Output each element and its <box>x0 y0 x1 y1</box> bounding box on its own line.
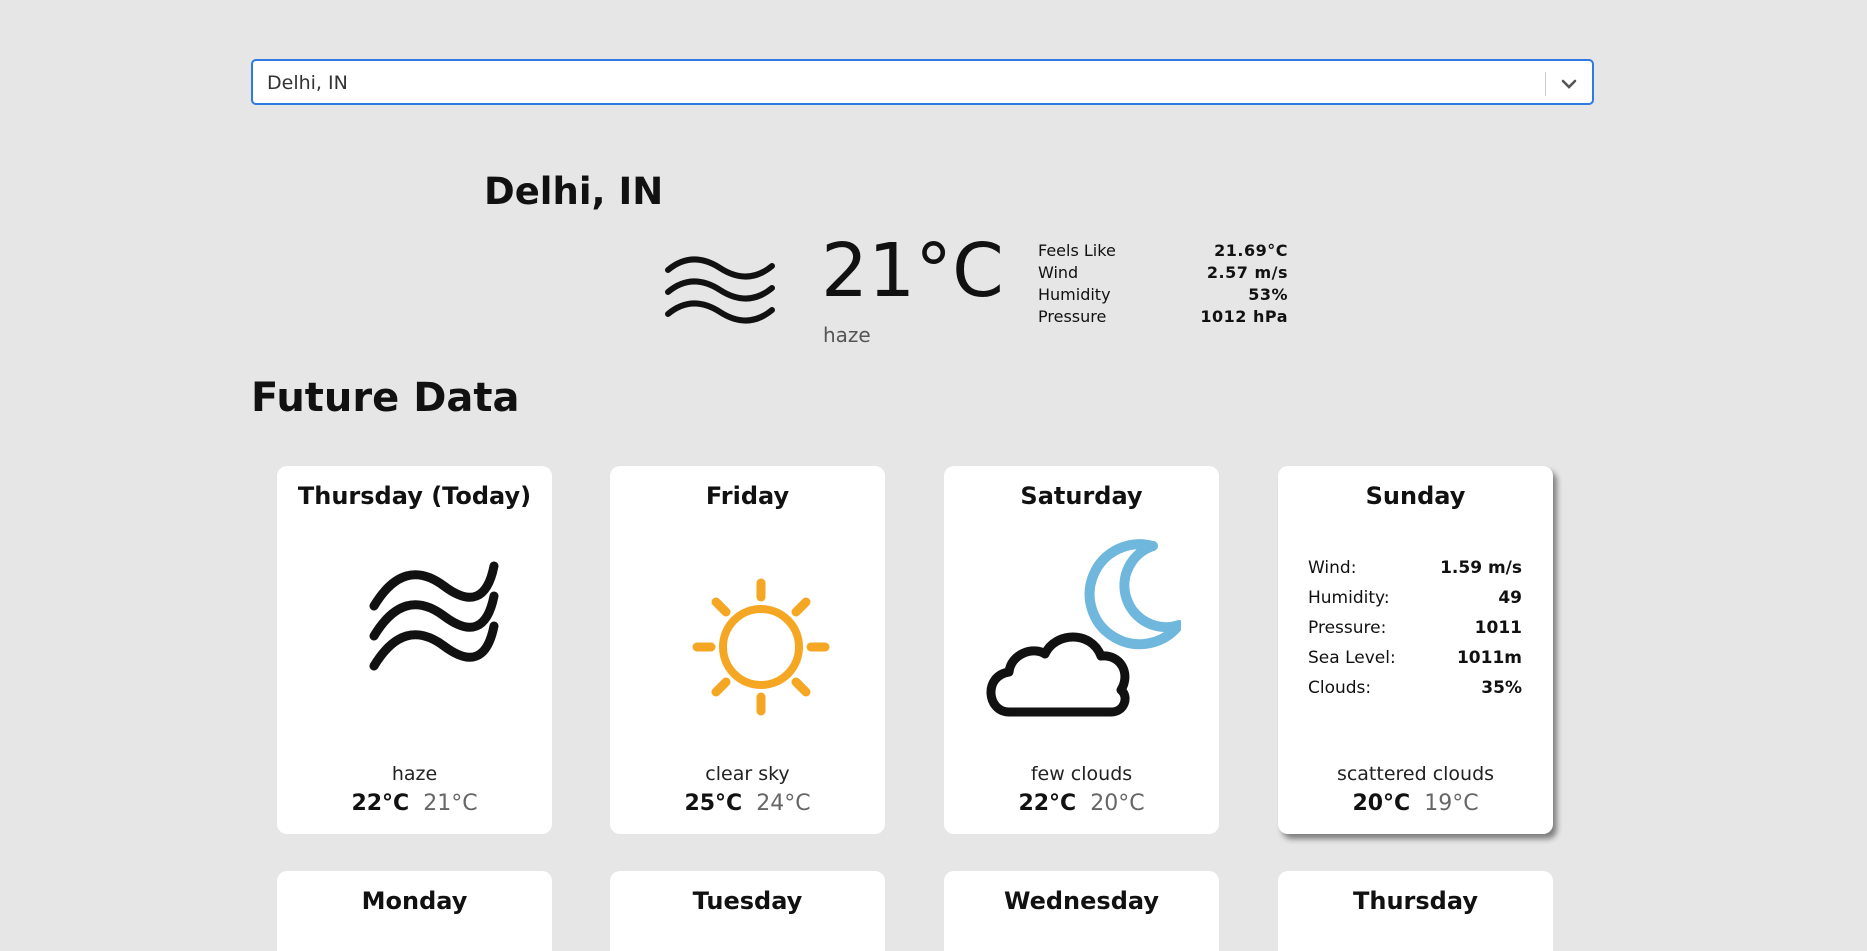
detail-label: Pressure <box>1038 307 1107 326</box>
card-temps: 22°C 21°C <box>277 791 552 816</box>
temp-max: 22°C <box>351 791 410 816</box>
city-title: Delhi, IN <box>484 170 664 213</box>
chevron-down-icon[interactable] <box>1558 73 1580 95</box>
forecast-card[interactable]: Wednesday <box>944 871 1219 951</box>
detail-pressure: Pressure 1012 hPa <box>1038 306 1288 328</box>
card-day: Sunday <box>1365 482 1466 510</box>
temp-min: 20°C <box>1090 791 1145 816</box>
location-select[interactable]: Delhi, IN <box>251 59 1594 105</box>
card-day: Tuesday <box>692 887 803 915</box>
detail-label: Wind <box>1038 263 1079 282</box>
current-temperature: 21°C <box>821 228 1004 314</box>
temp-max: 22°C <box>1018 791 1077 816</box>
detail-value: 35% <box>1481 678 1522 698</box>
temp-max: 20°C <box>1352 791 1411 816</box>
detail-value: 53% <box>1248 285 1288 304</box>
detail-label: Feels Like <box>1038 241 1116 260</box>
select-divider <box>1545 72 1546 96</box>
location-select-value: Delhi, IN <box>267 72 348 94</box>
detail-feels-like: Feels Like 21.69°C <box>1038 240 1288 262</box>
card-detail-humidity: Humidity: 49 <box>1308 583 1522 613</box>
sun-icon <box>692 578 830 716</box>
card-temps: 20°C 19°C <box>1278 791 1553 816</box>
card-day: Thursday (Today) <box>297 482 532 510</box>
card-temps: 25°C 24°C <box>610 791 885 816</box>
card-detail-clouds: Clouds: 35% <box>1308 673 1522 703</box>
cloud-moon-icon <box>986 539 1181 717</box>
detail-label: Humidity: <box>1308 588 1390 608</box>
detail-label: Wind: <box>1308 558 1357 578</box>
card-day: Friday <box>705 482 790 510</box>
card-day: Saturday <box>1020 482 1143 510</box>
detail-value: 21.69°C <box>1214 241 1288 260</box>
detail-wind: Wind 2.57 m/s <box>1038 262 1288 284</box>
detail-value: 1011m <box>1456 648 1522 668</box>
card-day: Thursday <box>1353 887 1478 915</box>
card-detail-pressure: Pressure: 1011 <box>1308 613 1522 643</box>
current-details: Feels Like 21.69°C Wind 2.57 m/s Humidit… <box>1038 240 1288 328</box>
temp-min: 19°C <box>1424 791 1479 816</box>
detail-value: 2.57 m/s <box>1206 263 1288 282</box>
detail-value: 1011 <box>1474 618 1522 638</box>
detail-label: Clouds: <box>1308 678 1372 698</box>
detail-value: 49 <box>1498 588 1522 608</box>
card-description: clear sky <box>705 763 790 785</box>
card-details: Wind: 1.59 m/s Humidity: 49 Pressure: 10… <box>1308 553 1522 703</box>
forecast-card[interactable]: Thursday (Today) haze 22°C 21°C <box>277 466 552 834</box>
detail-label: Humidity <box>1038 285 1111 304</box>
forecast-card[interactable]: Monday <box>277 871 552 951</box>
card-detail-sea-level: Sea Level: 1011m <box>1308 643 1522 673</box>
forecast-card-active[interactable]: Sunday Wind: 1.59 m/s Humidity: 49 Press… <box>1278 466 1553 834</box>
detail-value: 1.59 m/s <box>1440 558 1522 578</box>
card-day: Monday <box>361 887 468 915</box>
detail-label: Pressure: <box>1308 618 1387 638</box>
forecast-card[interactable]: Friday clear sky 25°C 24°C <box>610 466 885 834</box>
current-description: haze <box>823 323 871 347</box>
card-description: few clouds <box>1030 763 1133 785</box>
haze-icon <box>369 561 499 671</box>
future-data-heading: Future Data <box>251 375 520 421</box>
card-description: haze <box>391 763 438 785</box>
forecast-card[interactable]: Saturday few clouds 22°C 20°C <box>944 466 1219 834</box>
temp-min: 21°C <box>423 791 478 816</box>
card-temps: 22°C 20°C <box>944 791 1219 816</box>
card-detail-wind: Wind: 1.59 m/s <box>1308 553 1522 583</box>
haze-icon <box>665 256 775 324</box>
forecast-card[interactable]: Thursday <box>1278 871 1553 951</box>
forecast-card[interactable]: Tuesday <box>610 871 885 951</box>
temp-max: 25°C <box>684 791 743 816</box>
detail-label: Sea Level: <box>1308 648 1396 668</box>
detail-humidity: Humidity 53% <box>1038 284 1288 306</box>
temp-min: 24°C <box>756 791 811 816</box>
card-description: scattered clouds <box>1336 763 1495 785</box>
detail-value: 1012 hPa <box>1200 307 1288 326</box>
card-day: Wednesday <box>1003 887 1159 915</box>
